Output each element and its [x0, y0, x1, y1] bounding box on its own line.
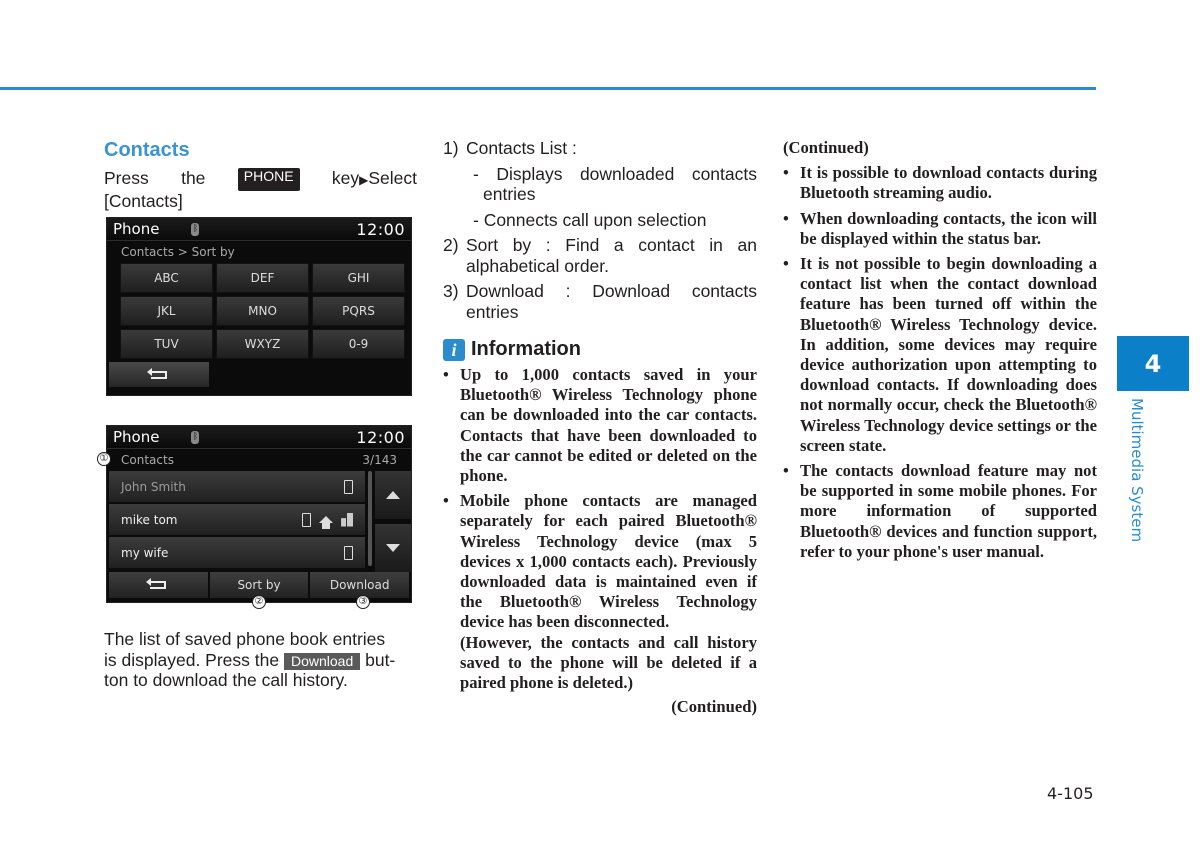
callout-3: ③ [356, 595, 370, 609]
back-arrow-icon [147, 367, 167, 379]
section-title: Contacts [104, 139, 190, 161]
back-button[interactable] [109, 572, 208, 598]
header-rule [0, 87, 1096, 90]
office-icon [341, 512, 354, 527]
bluetooth-icon: ᛒ [191, 430, 200, 444]
continued-label: (Continued) [783, 138, 869, 157]
sort-by-screen: Phone ᛒ 12:00 Contacts > Sort by ABC DEF… [106, 217, 412, 396]
back-button[interactable] [109, 362, 209, 387]
download-button-chip: Download [283, 652, 361, 670]
numbered-item: 3) Download : Download contacts entries [443, 281, 757, 322]
continued-label: (Continued) [671, 697, 757, 717]
home-icon [319, 516, 334, 529]
sub-item: - Connects call upon selection [473, 209, 707, 230]
scroll-down-button[interactable] [375, 524, 411, 572]
info-note: (However, the contacts and call history … [460, 632, 757, 693]
status-bar: Phone ᛒ 12:00 [107, 426, 411, 449]
right-column: (Continued) • It is possible to download … [783, 138, 1097, 567]
left-column: Contacts Press the PHONE key▶Select [Con… [104, 138, 417, 211]
info-bullet: • Mobile phone contacts are managed separ… [443, 491, 757, 632]
arrow-down-icon [386, 544, 400, 552]
info-bullet: • When downloading contacts, the icon wil… [783, 208, 1097, 248]
sort-key-button[interactable]: MNO [216, 296, 309, 326]
clock: 12:00 [356, 427, 405, 447]
arrow-up-icon [386, 491, 400, 499]
sort-key-button[interactable]: ABC [120, 263, 213, 293]
info-icon: i [443, 338, 465, 361]
screen-title: Phone [113, 220, 160, 238]
bluetooth-icon: ᛒ [191, 222, 200, 236]
numbered-item: 2) Sort by : Find a contact in an alphabe… [443, 235, 757, 276]
info-bullet: • The contacts download feature may not b… [783, 461, 1097, 561]
info-bullet: • Up to 1,000 contacts saved in your Blue… [443, 365, 757, 486]
scroll-up-button[interactable] [375, 471, 411, 519]
mobile-phone-icon [344, 479, 354, 494]
screen-description: The list of saved phone book entries is … [104, 629, 396, 690]
download-button[interactable]: Download [310, 572, 410, 598]
callout-1: ① [97, 452, 111, 466]
info-bullet: • It is not possible to begin downloading… [783, 254, 1097, 455]
contact-count: 3/143 [362, 453, 397, 467]
clock: 12:00 [356, 219, 405, 239]
breadcrumb: Contacts > Sort by [121, 245, 235, 259]
contacts-header: Contacts 3/143 [121, 453, 397, 467]
contacts-list-screen: Phone ᛒ 12:00 Contacts 3/143 John Smith … [106, 425, 412, 603]
sort-key-grid: ABC DEF GHI JKL MNO PQRS TUV WXYZ 0-9 [107, 263, 411, 359]
sort-key-button[interactable]: TUV [120, 329, 213, 359]
scrollbar[interactable] [368, 471, 372, 566]
intro-line: Press the PHONE key▶Select [104, 168, 417, 191]
page-number: 4-105 [1047, 784, 1094, 803]
callout-2: ② [252, 595, 266, 609]
list-item[interactable]: John Smith [109, 471, 366, 502]
screen-title: Phone [113, 428, 160, 446]
numbered-item: 1) Contacts List : [443, 138, 577, 158]
chapter-tab: 4 [1117, 336, 1189, 391]
sort-key-button[interactable]: GHI [312, 263, 405, 293]
sort-key-button[interactable]: WXYZ [216, 329, 309, 359]
sort-key-button[interactable]: PQRS [312, 296, 405, 326]
sort-key-button[interactable]: DEF [216, 263, 309, 293]
list-item[interactable]: my wife [109, 537, 366, 568]
intro-line-2: [Contacts] [104, 190, 183, 211]
list-item[interactable]: mike tom [109, 504, 366, 535]
back-arrow-icon [146, 578, 167, 589]
info-bullet: • It is possible to download contacts dur… [783, 163, 1097, 203]
status-bar: Phone ᛒ 12:00 [107, 218, 411, 241]
phone-key-chip: PHONE [237, 168, 300, 191]
contacts-list: John Smith mike tom my wife [109, 471, 366, 572]
sort-key-button[interactable]: JKL [120, 296, 213, 326]
sort-key-button[interactable]: 0-9 [312, 329, 405, 359]
arrow-right-icon: ▶ [359, 173, 369, 187]
chapter-label: Multimedia System [1128, 398, 1146, 543]
sub-item: - Displays downloaded contacts entries [473, 163, 757, 205]
mobile-phone-icon [344, 545, 354, 560]
mobile-phone-icon [302, 512, 312, 527]
middle-column: 1) Contacts List : - Displays downloaded … [443, 138, 757, 717]
information-heading: i Information [443, 338, 757, 361]
